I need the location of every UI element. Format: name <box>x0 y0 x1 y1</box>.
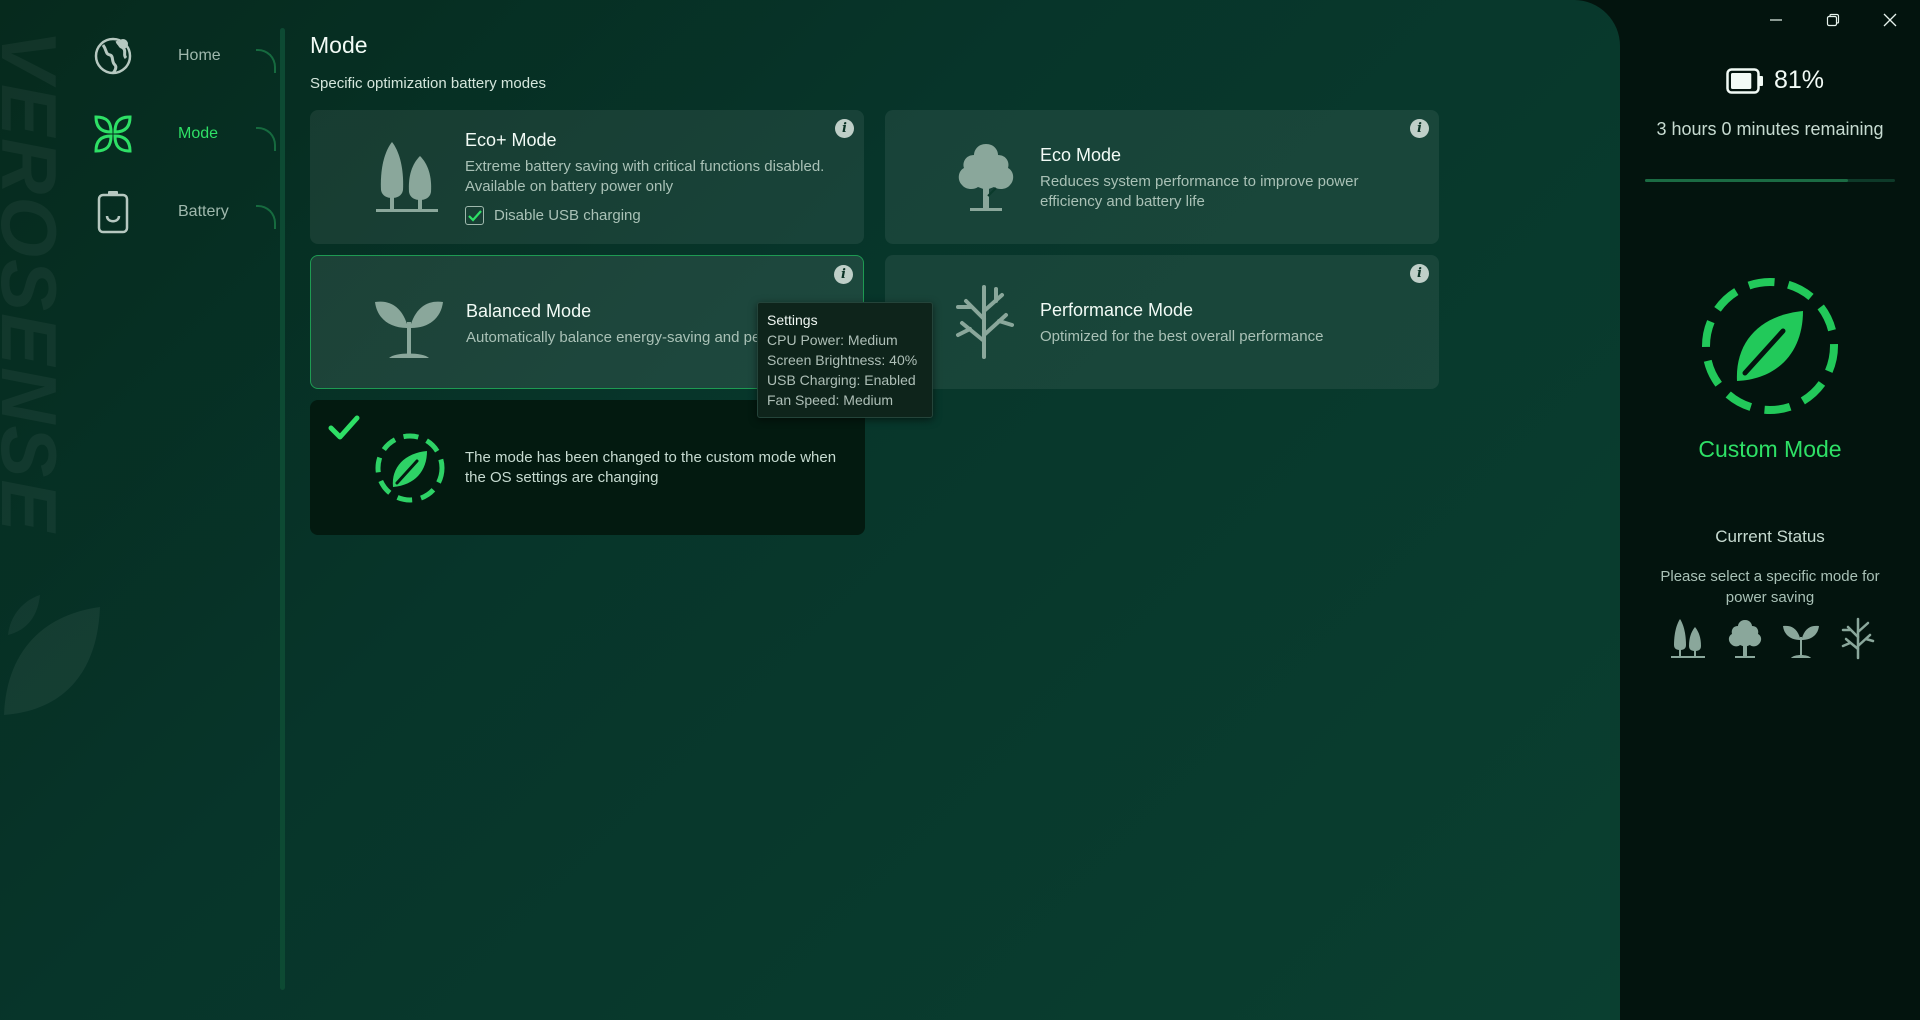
tooltip-line: USB Charging: Enabled <box>767 372 916 388</box>
branch-icon[interactable] <box>1838 616 1878 660</box>
checkmark-icon <box>328 415 360 440</box>
mode-title: Performance Mode <box>1040 300 1194 320</box>
nav-divider <box>280 28 285 990</box>
battery-level-icon <box>1726 67 1763 94</box>
nav-connector <box>256 205 276 229</box>
info-icon[interactable]: i <box>834 265 853 284</box>
two-trees-icon[interactable] <box>1668 616 1708 660</box>
info-icon[interactable]: i <box>835 119 854 138</box>
restore-button[interactable] <box>1808 4 1858 36</box>
mode-description: Extreme battery saving with critical fun… <box>465 158 825 195</box>
restore-icon <box>1826 13 1840 27</box>
sidebar-item-mode[interactable]: Mode <box>80 105 280 165</box>
info-icon[interactable]: i <box>1410 264 1429 283</box>
tree-icon[interactable] <box>1725 616 1765 660</box>
mode-quick-icons <box>1668 616 1878 660</box>
sidebar-label-battery: Battery <box>178 203 229 220</box>
sprout-icon <box>375 301 443 358</box>
custom-mode-icon <box>1702 278 1838 414</box>
main-panel: VEROSENSE Home Mode Battery Mode Specifi… <box>0 0 1620 1020</box>
tooltip-title: Settings <box>767 312 818 328</box>
mode-title: Balanced Mode <box>466 301 592 321</box>
mode-title: Eco Mode <box>1040 145 1122 165</box>
battery-remaining: 3 hours 0 minutes remaining <box>1656 119 1884 139</box>
close-button[interactable] <box>1865 4 1915 36</box>
minimize-icon <box>1770 19 1782 21</box>
page-subtitle: Specific optimization battery modes <box>310 75 546 92</box>
sidebar-label-mode: Mode <box>178 125 219 142</box>
checkmark-icon <box>467 209 482 222</box>
status-panel: 81% 3 hours 0 minutes remaining Custom M… <box>1620 0 1920 1020</box>
settings-tooltip: Settings CPU Power: Medium Screen Bright… <box>757 302 933 418</box>
sidebar-nav: Home Mode Battery <box>80 25 280 995</box>
app-window: VEROSENSE Home Mode Battery Mode Specifi… <box>0 0 1920 1020</box>
mode-card-eco[interactable]: Eco Mode Reduces system performance to i… <box>885 110 1439 244</box>
current-status-title: Current Status <box>1715 527 1825 546</box>
battery-progress-bar <box>1645 179 1895 182</box>
close-icon <box>1883 13 1897 27</box>
mode-description: Reduces system performance to improve po… <box>1040 173 1359 210</box>
custom-mode-message: The mode has been changed to the custom … <box>465 449 837 486</box>
sprout-icon[interactable] <box>1781 616 1821 660</box>
leaves-icon <box>90 111 136 157</box>
mode-card-performance[interactable]: Performance Mode Optimized for the best … <box>885 255 1439 389</box>
dashed-leaf-icon <box>375 433 445 503</box>
checkbox-box[interactable] <box>465 206 484 225</box>
nav-connector <box>256 127 276 151</box>
checkbox-label: Disable USB charging <box>494 207 641 224</box>
tooltip-line: Screen Brightness: 40% <box>767 352 918 368</box>
battery-icon <box>90 189 136 235</box>
battery-percent: 81% <box>1774 66 1825 94</box>
tooltip-line: CPU Power: Medium <box>767 332 898 348</box>
minimize-button[interactable] <box>1751 4 1801 36</box>
tooltip-line: Fan Speed: Medium <box>767 392 894 408</box>
mode-description: Optimized for the best overall performan… <box>1040 328 1324 345</box>
battery-progress-fill <box>1645 179 1848 182</box>
mode-title: Eco+ Mode <box>465 130 557 150</box>
nav-connector <box>256 49 276 73</box>
brand-watermark: VEROSENSE <box>0 30 73 534</box>
tree-icon <box>958 144 1014 211</box>
sidebar-item-battery[interactable]: Battery <box>80 183 280 243</box>
sidebar-label-home: Home <box>178 47 221 64</box>
current-status-description: Please select a specific mode for power … <box>1660 568 1880 606</box>
globe-icon <box>90 33 136 79</box>
page-title: Mode <box>310 32 368 58</box>
disable-usb-charging-checkbox[interactable]: Disable USB charging <box>465 206 641 225</box>
two-trees-icon <box>376 142 438 212</box>
custom-mode-card: The mode has been changed to the custom … <box>310 400 865 535</box>
sidebar-item-home[interactable]: Home <box>80 27 280 87</box>
info-icon[interactable]: i <box>1410 119 1429 138</box>
branch-icon <box>956 285 1014 359</box>
battery-status: 81% <box>1726 66 1824 95</box>
current-mode-label: Custom Mode <box>1698 436 1842 462</box>
mode-card-eco-plus[interactable]: Eco+ Mode Extreme battery saving with cr… <box>310 110 864 244</box>
